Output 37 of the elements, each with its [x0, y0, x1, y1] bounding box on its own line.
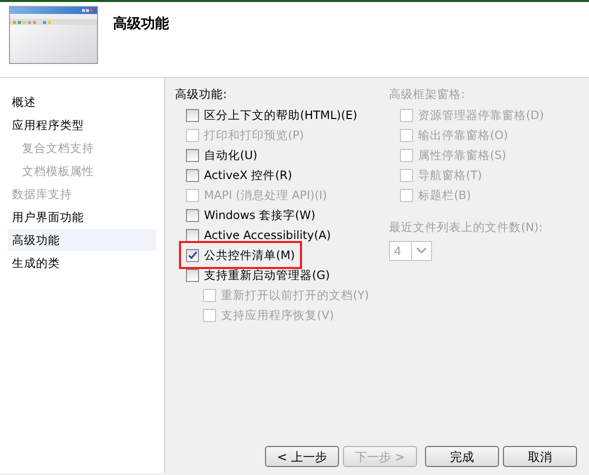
- sidebar-item[interactable]: 用户界面功能: [8, 206, 156, 228]
- sidebar-item[interactable]: 概述: [8, 91, 156, 113]
- checkbox-label: 导航窗格(T): [418, 166, 482, 184]
- group-label: 高级功能:: [175, 86, 228, 103]
- field-label: 最近文件列表上的文件数(N):: [389, 219, 544, 236]
- checkbox[interactable]: [186, 148, 199, 162]
- checkbox-label: 打印和打印预览(P): [204, 126, 304, 144]
- checkbox-label: 公共控件清单(M): [204, 246, 295, 264]
- checkbox[interactable]: [186, 268, 199, 282]
- checkbox-label: Windows 套接字(W): [204, 206, 316, 224]
- checkbox-label: MAPI (消息处理 API)(I): [204, 186, 327, 204]
- page-title: 高级功能: [113, 14, 169, 34]
- wizard-button[interactable]: < 上一步: [265, 446, 339, 467]
- window-preview-icon: [9, 6, 98, 64]
- checkbox[interactable]: [186, 168, 199, 182]
- checkbox-label: 资源管理器停靠窗格(D): [418, 106, 544, 124]
- checkbox[interactable]: [186, 248, 199, 262]
- checkbox-label: 支持重新启动管理器(G): [204, 266, 330, 284]
- chevron-down-icon: [416, 247, 427, 254]
- checkbox-label: 区分上下文的帮助(HTML)(E): [204, 106, 358, 124]
- wizard-button[interactable]: 完成: [425, 446, 499, 467]
- checkbox-label: 标题栏(B): [418, 186, 471, 204]
- checkbox-label: ActiveX 控件(R): [204, 166, 292, 184]
- sidebar-item[interactable]: 高级功能: [8, 229, 156, 251]
- checkbox-label: 支持应用程序恢复(V): [221, 306, 334, 324]
- checkbox[interactable]: [186, 228, 199, 242]
- checkbox-label: 自动化(U): [204, 146, 258, 164]
- checkbox[interactable]: [186, 208, 199, 222]
- wizard-button[interactable]: 取消: [503, 446, 577, 467]
- checkbox-label: Active Accessibility(A): [204, 226, 331, 244]
- group-label: 高级框架窗格:: [389, 86, 466, 103]
- sidebar-item[interactable]: 应用程序类型: [8, 114, 156, 136]
- checkbox-label: 输出停靠窗格(O): [418, 126, 508, 144]
- checkbox-label: 重新打开以前打开的文档(Y): [221, 286, 369, 304]
- checkbox-label: 属性停靠窗格(S): [418, 146, 506, 164]
- checkbox[interactable]: [186, 108, 199, 122]
- sidebar-item[interactable]: 生成的类: [8, 252, 156, 274]
